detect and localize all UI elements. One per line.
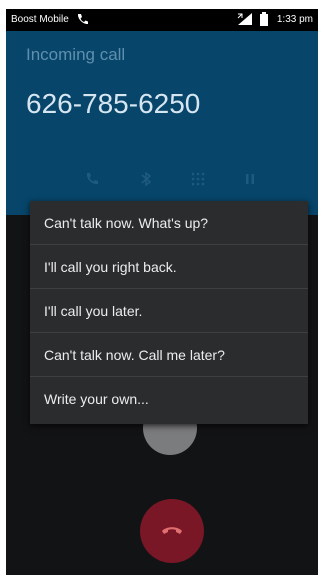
pause-icon[interactable] bbox=[244, 171, 256, 192]
quick-reply-item[interactable]: Can't talk now. What's up? bbox=[30, 201, 308, 245]
call-status-icon bbox=[76, 12, 88, 29]
decline-button[interactable] bbox=[140, 499, 204, 563]
hang-up-icon bbox=[162, 527, 182, 534]
phone-icon[interactable] bbox=[84, 171, 100, 192]
status-bar: Boost Mobile 1:33 pm bbox=[6, 9, 318, 31]
signal-icon bbox=[236, 12, 254, 29]
carrier-name: Boost Mobile bbox=[11, 14, 69, 25]
phone-screen: Boost Mobile 1:33 pm Incoming call 626-7… bbox=[6, 9, 318, 575]
battery-icon bbox=[260, 12, 268, 29]
call-title: Incoming call bbox=[26, 45, 126, 64]
quick-reply-item[interactable]: I'll call you later. bbox=[30, 289, 308, 333]
write-own-reply[interactable]: Write your own... bbox=[30, 377, 308, 421]
bluetooth-icon[interactable] bbox=[140, 171, 152, 192]
call-action-icons bbox=[6, 171, 318, 195]
quick-reply-item[interactable]: I'll call you right back. bbox=[30, 245, 308, 289]
quick-reply-menu: Can't talk now. What's up? I'll call you… bbox=[30, 201, 308, 424]
incoming-call-header: Incoming call 626-785-6250 bbox=[6, 31, 318, 215]
clock: 1:33 pm bbox=[276, 14, 313, 25]
caller-number: 626-785-6250 bbox=[26, 88, 201, 119]
dialpad-icon[interactable] bbox=[190, 171, 206, 192]
quick-reply-item[interactable]: Can't talk now. Call me later? bbox=[30, 333, 308, 377]
